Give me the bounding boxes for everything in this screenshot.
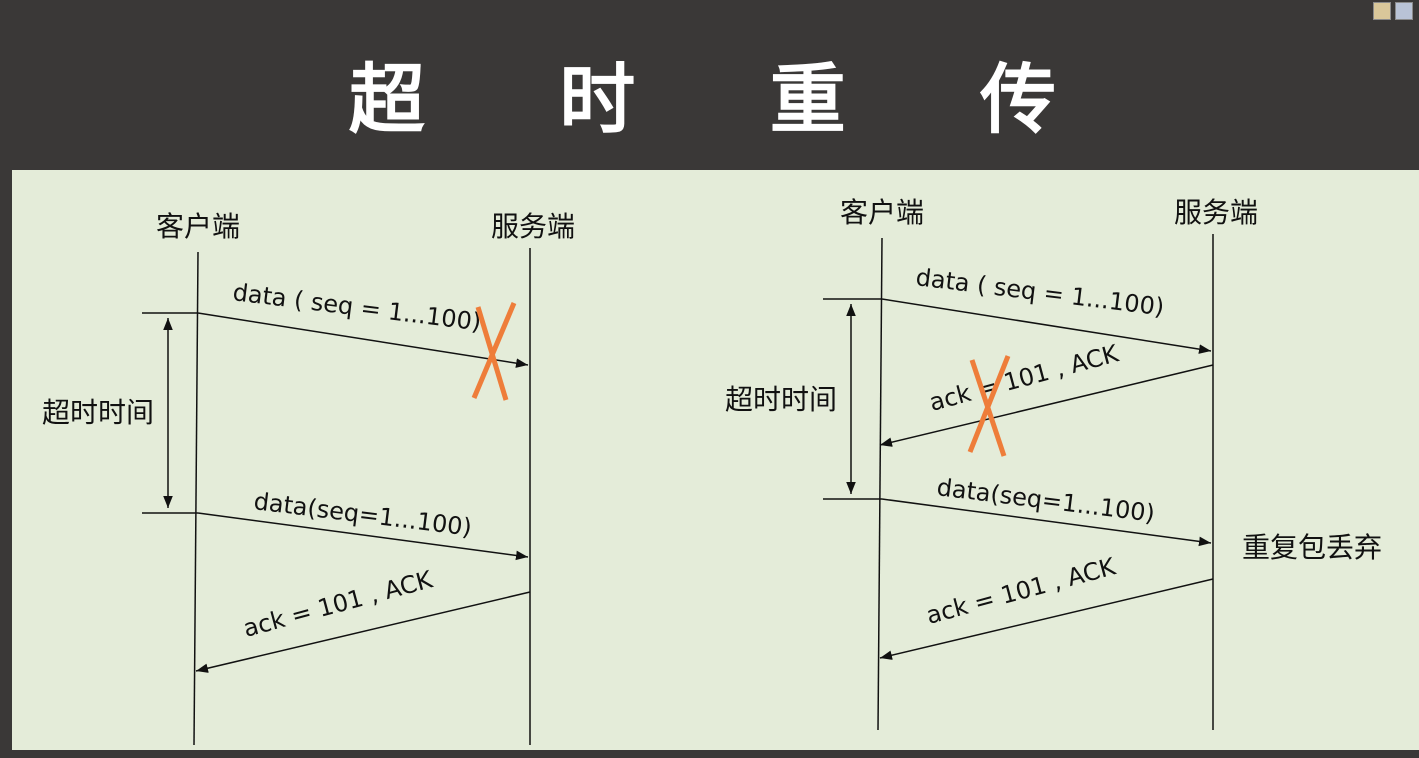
left-ack-label: ack = 101 , ACK [240, 565, 436, 643]
right-ack-label-1: ack = 101 , ACK [926, 339, 1122, 417]
left-server-label: 服务端 [491, 210, 575, 243]
left-sequence: 客户端 服务端 超时时间 data ( seq = 1...100) data(… [42, 210, 575, 746]
right-client-lifeline [877, 237, 883, 731]
right-sequence: 客户端 服务端 超时时间 data ( seq = 1...100) ack =… [725, 196, 1382, 731]
left-data-label-1: data ( seq = 1...100) [231, 278, 482, 336]
right-server-label: 服务端 [1174, 196, 1258, 229]
right-lost-cross-icon [967, 355, 1011, 457]
timeout-retransmission-diagram: 客户端 服务端 超时时间 data ( seq = 1...100) data(… [42, 196, 1382, 746]
right-client-label: 客户端 [840, 196, 924, 229]
right-ack-label-2: ack = 101 , ACK [923, 552, 1119, 630]
left-timeout-label: 超时时间 [42, 396, 154, 429]
right-data-label-2: data(seq=1...100) [935, 473, 1156, 528]
right-timeout-label: 超时时间 [725, 383, 837, 416]
left-client-label: 客户端 [156, 210, 240, 243]
right-data-label-1: data ( seq = 1...100) [914, 263, 1165, 321]
left-data-label-2: data(seq=1...100) [252, 487, 473, 542]
duplicate-note: 重复包丢弃 [1242, 531, 1382, 564]
left-lost-cross-icon [471, 302, 517, 401]
